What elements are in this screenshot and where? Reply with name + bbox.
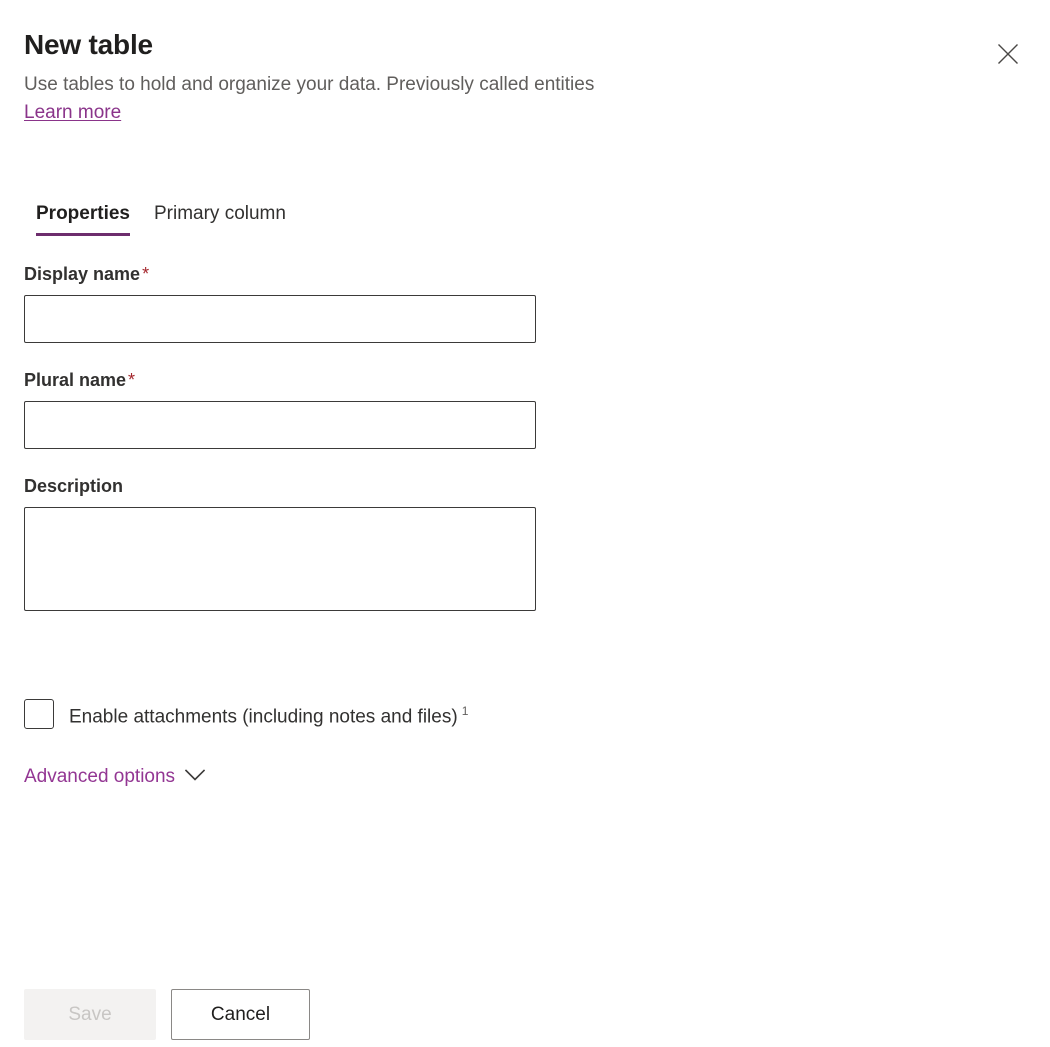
save-button[interactable]: Save (24, 989, 156, 1040)
panel-subtitle: Use tables to hold and organize your dat… (24, 72, 1026, 98)
tab-primary-column-label: Primary column (154, 203, 286, 224)
tab-list: Properties Primary column (24, 196, 298, 236)
display-name-input[interactable] (24, 295, 536, 343)
description-label-text: Description (24, 476, 123, 496)
field-plural-name: Plural name* (24, 368, 536, 449)
save-button-label: Save (68, 1004, 111, 1025)
field-display-name: Display name* (24, 262, 536, 343)
plural-name-label-text: Plural name (24, 370, 126, 390)
tab-properties-label: Properties (36, 203, 130, 224)
enable-attachments-label-text: Enable attachments (including notes and … (69, 706, 458, 727)
tab-primary-column[interactable]: Primary column (142, 196, 298, 236)
plural-name-required-marker: * (126, 370, 135, 390)
advanced-options-toggle[interactable]: Advanced options (24, 764, 205, 790)
field-description: Description (24, 474, 536, 611)
plural-name-input[interactable] (24, 401, 536, 449)
learn-more-link[interactable]: Learn more (24, 100, 121, 126)
cancel-button-label: Cancel (211, 1004, 270, 1025)
enable-attachments-checkbox[interactable] (24, 699, 54, 729)
close-button[interactable] (986, 32, 1030, 76)
display-name-label-text: Display name (24, 264, 140, 284)
footer-actions: Save Cancel (24, 989, 310, 1040)
description-label: Description (24, 474, 536, 498)
chevron-down-icon (185, 769, 205, 785)
cancel-button[interactable]: Cancel (171, 989, 310, 1040)
description-input[interactable] (24, 507, 536, 611)
enable-attachments-row[interactable]: Enable attachments (including notes and … (24, 699, 468, 729)
enable-attachments-label[interactable]: Enable attachments (including notes and … (69, 699, 468, 729)
display-name-label: Display name* (24, 262, 536, 286)
page-title: New table (24, 28, 1026, 62)
tab-properties[interactable]: Properties (24, 196, 142, 236)
panel-header: New table Use tables to hold and organiz… (24, 28, 1026, 126)
close-icon (997, 43, 1019, 65)
advanced-options-label: Advanced options (24, 764, 175, 790)
properties-form: Display name* Plural name* Description (24, 262, 536, 636)
footnote-marker: 1 (462, 704, 469, 718)
new-table-panel: New table Use tables to hold and organiz… (0, 0, 1050, 1047)
display-name-required-marker: * (140, 264, 149, 284)
plural-name-label: Plural name* (24, 368, 536, 392)
